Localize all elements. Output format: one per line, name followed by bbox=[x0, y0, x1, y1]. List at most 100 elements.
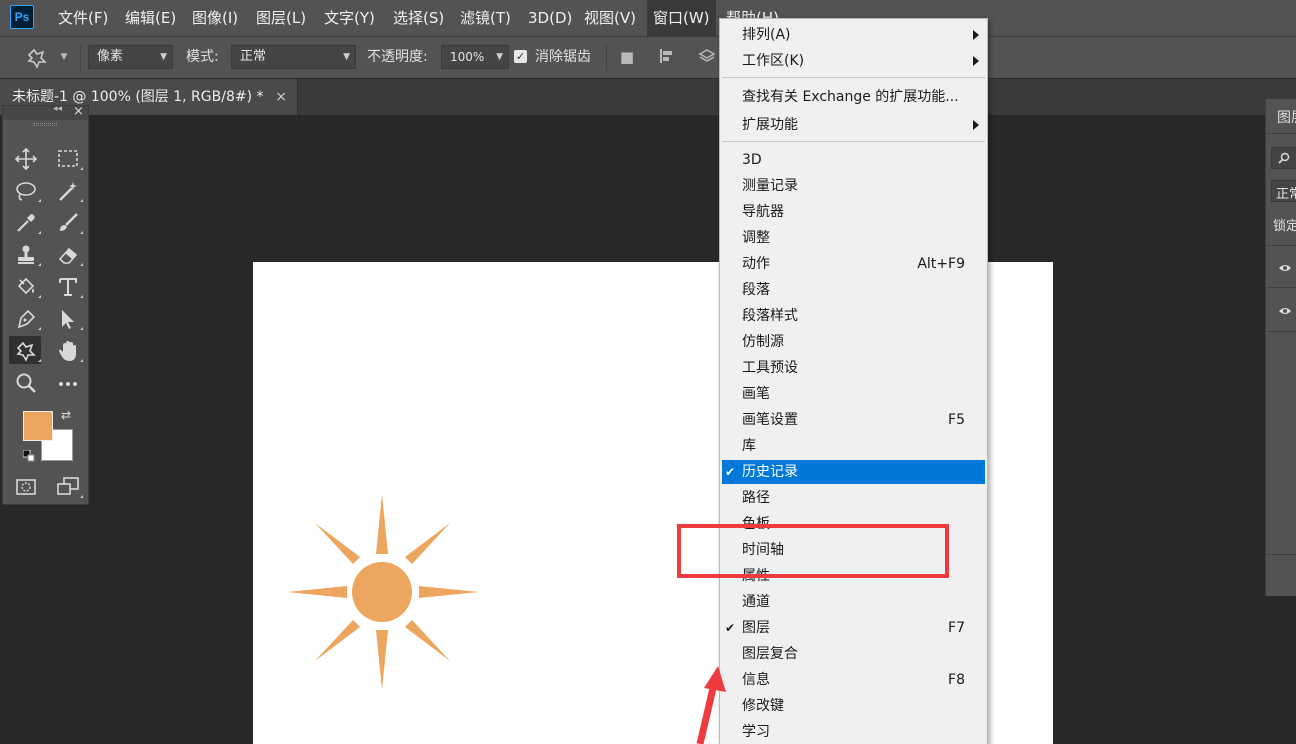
close-icon[interactable]: × bbox=[275, 79, 287, 115]
opacity-label: 不透明度: bbox=[367, 49, 428, 65]
menu-layer[interactable]: 图层(L) bbox=[256, 0, 306, 36]
lock-label: 锁定 bbox=[1273, 219, 1296, 234]
menu-bar: Ps 文件(F) 编辑(E) 图像(I) 图层(L) 文字(Y) 选择(S) 滤… bbox=[0, 0, 1296, 36]
window-menu-dropdown: 排列(A) 工作区(K) 查找有关 Exchange 的扩展功能... 扩展功能… bbox=[719, 18, 988, 744]
more-tools-icon[interactable] bbox=[51, 368, 83, 396]
menu-item-modifier-keys[interactable]: 修改键 bbox=[722, 694, 985, 718]
path-alignment-icon[interactable] bbox=[656, 47, 676, 67]
options-bar: ▼ 像素 ▼ 模式: 正常 ▼ 不透明度: 100% ▼ ✓ 消除锯齿 ■ bbox=[0, 36, 1296, 78]
document-tab-bar: 未标题-1 @ 100% (图层 1, RGB/8#) * × bbox=[0, 79, 1296, 115]
menu-item-clone-source[interactable]: 仿制源 bbox=[722, 330, 985, 354]
menu-item-extensions[interactable]: 扩展功能 bbox=[722, 113, 985, 137]
menu-3d[interactable]: 3D(D) bbox=[528, 0, 572, 36]
sun-shape bbox=[287, 494, 479, 690]
path-operations-icon[interactable]: ■ bbox=[617, 47, 637, 67]
eye-icon[interactable] bbox=[1278, 263, 1292, 273]
menu-item-paragraph[interactable]: 段落 bbox=[722, 278, 985, 302]
tool-preset-icon[interactable] bbox=[26, 47, 47, 69]
menu-select[interactable]: 选择(S) bbox=[393, 0, 444, 36]
layer-filter-box[interactable] bbox=[1271, 147, 1296, 169]
chevron-right-icon bbox=[973, 30, 979, 40]
menu-window[interactable]: 窗口(W) bbox=[647, 0, 716, 36]
chevron-right-icon bbox=[973, 120, 979, 130]
tools-panel: ◂◂ × ⇄ bbox=[2, 104, 89, 505]
menu-type[interactable]: 文字(Y) bbox=[324, 0, 375, 36]
menu-item-arrange[interactable]: 排列(A) bbox=[722, 23, 985, 47]
annotation-highlight-box bbox=[677, 524, 949, 578]
checkmark-icon: ✔ bbox=[725, 465, 736, 479]
layers-panel: 图层 正常 锁定 bbox=[1265, 99, 1296, 596]
foreground-color-swatch[interactable] bbox=[23, 411, 53, 441]
menu-item-navigator[interactable]: 导航器 bbox=[722, 200, 985, 224]
zoom-tool-icon[interactable] bbox=[9, 368, 41, 396]
menu-item-actions[interactable]: 动作 Alt+F9 bbox=[722, 252, 985, 276]
mode-select[interactable]: 正常 ▼ bbox=[231, 45, 356, 69]
source-select[interactable]: 像素 ▼ bbox=[88, 45, 173, 69]
menu-item-layer-comps[interactable]: 图层复合 bbox=[722, 642, 985, 666]
marquee-tool-icon[interactable] bbox=[51, 144, 83, 172]
custom-shape-tool-icon[interactable] bbox=[9, 336, 41, 364]
menu-item-exchange[interactable]: 查找有关 Exchange 的扩展功能... bbox=[722, 85, 985, 109]
menu-item-learn[interactable]: 学习 bbox=[722, 720, 985, 744]
chevron-right-icon bbox=[973, 56, 979, 66]
menu-item-channels[interactable]: 通道 bbox=[722, 590, 985, 614]
checkmark-icon: ✔ bbox=[725, 621, 736, 635]
menu-filter[interactable]: 滤镜(T) bbox=[460, 0, 511, 36]
layers-panel-title[interactable]: 图层 bbox=[1277, 107, 1296, 127]
stamp-tool-icon[interactable] bbox=[9, 240, 41, 268]
pen-tool-icon[interactable] bbox=[9, 304, 41, 332]
menu-item-tool-presets[interactable]: 工具预设 bbox=[722, 356, 985, 380]
antialias-label: 消除锯齿 bbox=[535, 49, 591, 65]
eye-icon[interactable] bbox=[1278, 306, 1292, 316]
path-arrangement-icon[interactable] bbox=[697, 47, 717, 67]
menu-item-measurement-log[interactable]: 测量记录 bbox=[722, 174, 985, 198]
antialias-checkbox[interactable]: ✓ bbox=[514, 50, 527, 63]
menu-item-workspace[interactable]: 工作区(K) bbox=[722, 49, 985, 73]
mode-value: 正常 bbox=[240, 49, 267, 64]
chevron-down-icon: ▼ bbox=[160, 52, 167, 62]
menu-item-brushes[interactable]: 画笔 bbox=[722, 382, 985, 406]
hand-tool-icon[interactable] bbox=[51, 336, 83, 364]
swap-colors-icon[interactable]: ⇄ bbox=[61, 408, 71, 422]
move-tool-icon[interactable] bbox=[9, 144, 41, 172]
menu-file[interactable]: 文件(F) bbox=[58, 0, 108, 36]
menu-item-adjustments[interactable]: 调整 bbox=[722, 226, 985, 250]
menu-item-paths[interactable]: 路径 bbox=[722, 486, 985, 510]
lasso-tool-icon[interactable] bbox=[9, 176, 41, 204]
chevron-down-icon[interactable]: ▼ bbox=[54, 47, 74, 67]
opacity-input[interactable]: 100% ▼ bbox=[441, 45, 509, 69]
eyedropper-tool-icon[interactable] bbox=[9, 208, 41, 236]
source-select-value: 像素 bbox=[97, 49, 124, 64]
screen-mode-icon[interactable] bbox=[51, 472, 83, 500]
brush-tool-icon[interactable] bbox=[51, 208, 83, 236]
chevron-down-icon: ▼ bbox=[496, 52, 503, 62]
mode-label: 模式: bbox=[186, 49, 219, 65]
menu-item-3d[interactable]: 3D bbox=[722, 148, 985, 172]
menu-item-libraries[interactable]: 库 bbox=[722, 434, 985, 458]
menu-item-layers[interactable]: ✔ 图层 F7 bbox=[722, 616, 985, 640]
quick-mask-icon[interactable] bbox=[9, 472, 41, 500]
menu-edit[interactable]: 编辑(E) bbox=[125, 0, 176, 36]
paint-bucket-tool-icon[interactable] bbox=[9, 272, 41, 300]
menu-item-info[interactable]: 信息 F8 bbox=[722, 668, 985, 692]
blend-mode-select[interactable]: 正常 bbox=[1271, 180, 1296, 202]
tools-panel-header[interactable]: ◂◂ × bbox=[3, 104, 88, 120]
default-colors-icon[interactable] bbox=[23, 450, 35, 462]
eraser-tool-icon[interactable] bbox=[51, 240, 83, 268]
menu-view[interactable]: 视图(V) bbox=[584, 0, 636, 36]
close-icon[interactable]: × bbox=[73, 104, 84, 119]
menu-item-paragraph-styles[interactable]: 段落样式 bbox=[722, 304, 985, 328]
menu-item-history[interactable]: ✔ 历史记录 bbox=[722, 460, 985, 484]
panel-grip[interactable] bbox=[33, 123, 57, 126]
path-select-tool-icon[interactable] bbox=[51, 304, 83, 332]
blend-mode-value: 正常 bbox=[1276, 187, 1296, 202]
chevron-down-icon: ▼ bbox=[343, 52, 350, 62]
magic-wand-tool-icon[interactable] bbox=[51, 176, 83, 204]
photoshop-logo-icon: Ps bbox=[10, 5, 34, 29]
menu-image[interactable]: 图像(I) bbox=[192, 0, 238, 36]
menu-item-brush-settings[interactable]: 画笔设置 F5 bbox=[722, 408, 985, 432]
search-icon bbox=[1278, 152, 1290, 164]
opacity-value: 100% bbox=[450, 50, 485, 64]
type-tool-icon[interactable] bbox=[51, 272, 83, 300]
collapse-icon[interactable]: ◂◂ bbox=[53, 104, 62, 114]
